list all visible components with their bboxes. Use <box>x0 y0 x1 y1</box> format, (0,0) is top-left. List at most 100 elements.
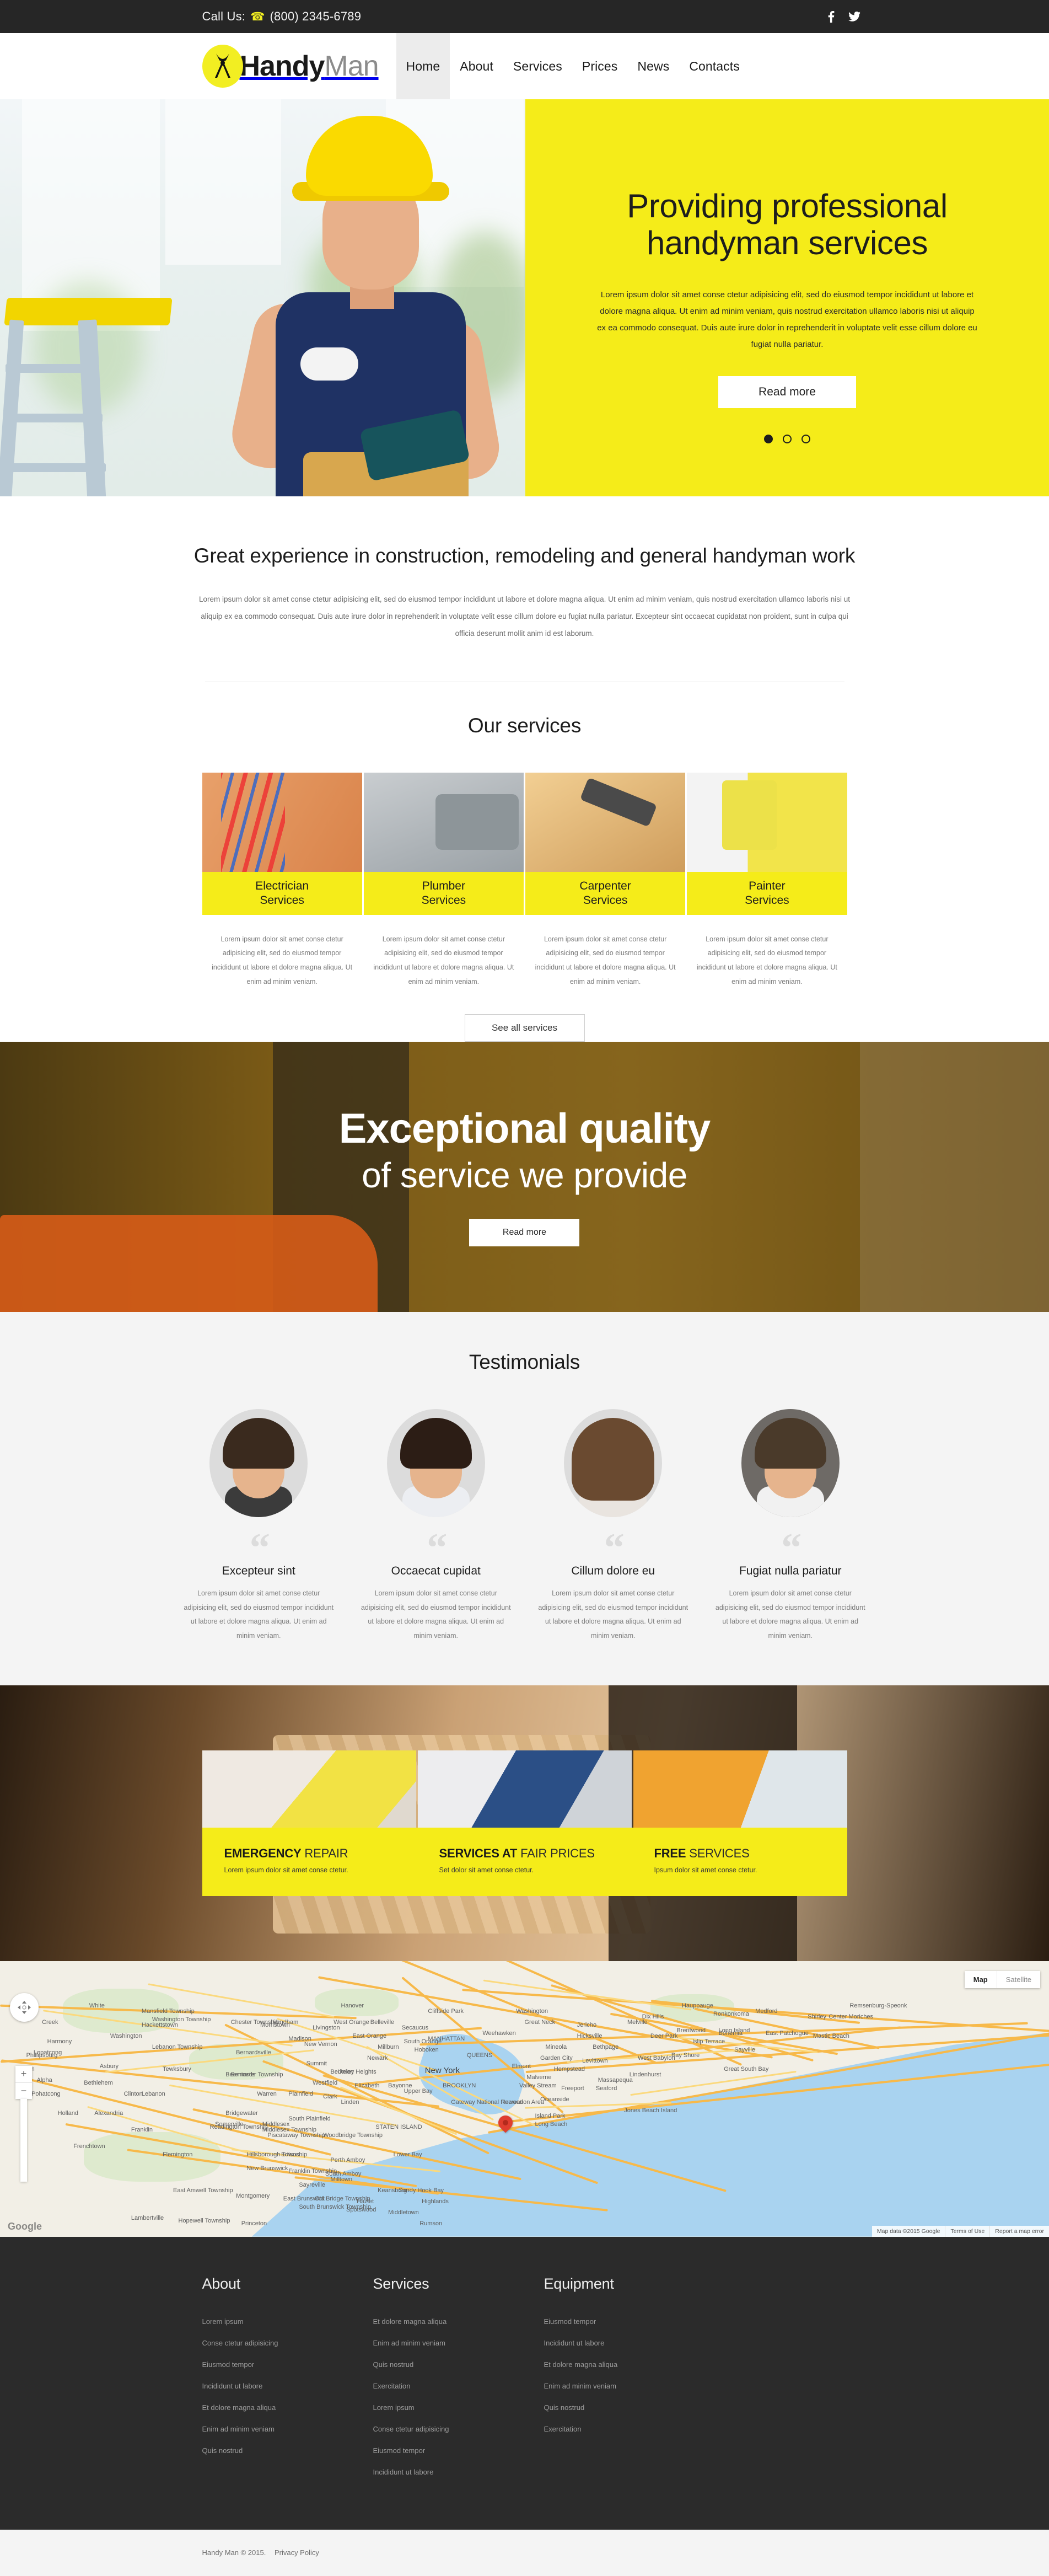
footer-link[interactable]: Exercitation <box>373 2382 411 2390</box>
testimonial-text: Lorem ipsum dolor sit amet conse ctetur … <box>184 1589 334 1640</box>
nav-item-news[interactable]: News <box>627 33 679 99</box>
service-name: Carpenter <box>579 880 631 893</box>
service-caption: Plumber Services <box>363 871 524 915</box>
testimonial-text: Lorem ipsum dolor sit amet conse ctetur … <box>361 1589 511 1640</box>
service-card[interactable]: Carpenter Services Lorem ipsum dolor sit… <box>525 772 686 989</box>
map-attr-data: Map data ©2015 Google <box>876 2227 940 2235</box>
hero-read-more-button[interactable]: Read more <box>718 376 856 409</box>
map-attribution: Map data ©2015 Google Terms of Use Repor… <box>872 2225 1049 2237</box>
footer-link[interactable]: Et dolore magna aliqua <box>373 2317 447 2326</box>
pan-control-icon[interactable] <box>10 1993 39 2022</box>
footer-link-list: Lorem ipsum Conse ctetur adipisicing Eiu… <box>202 2317 373 2456</box>
map-city-label: South Plainfield <box>288 2115 331 2122</box>
top-bar: Call Us: ☎ (800) 2345-6789 <box>0 0 1049 33</box>
testimonial-name: Excepteur sint <box>222 1565 295 1578</box>
map-city-label: Alexandria <box>94 2109 123 2117</box>
footer-link[interactable]: Eiusmod tempor <box>373 2446 426 2455</box>
promo-subtitle: Set dolor sit amet conse ctetur. <box>439 1866 534 1874</box>
footer-link[interactable]: Conse ctetur adipisicing <box>202 2339 278 2347</box>
map-city-label: Middletown <box>388 2209 419 2216</box>
map-city-label: Clinton <box>123 2090 143 2097</box>
footer-link[interactable]: Incididunt ut labore <box>202 2382 263 2390</box>
site-logo[interactable]: HandyMan <box>202 45 379 88</box>
service-name: Painter <box>749 880 786 893</box>
nav-item-contacts[interactable]: Contacts <box>679 33 750 99</box>
service-card[interactable]: Painter Services Lorem ipsum dolor sit a… <box>687 772 847 989</box>
footer-link[interactable]: Quis nostrud <box>544 2403 585 2412</box>
slider-dot-1[interactable] <box>764 435 773 443</box>
footer-link[interactable]: Et dolore magna aliqua <box>544 2360 618 2369</box>
footer-link[interactable]: Lorem ipsum <box>373 2403 415 2412</box>
footer-link[interactable]: Eiusmod tempor <box>544 2317 596 2326</box>
footer-link[interactable]: Lorem ipsum <box>202 2317 244 2326</box>
map-city-label: Hauppauge <box>681 2002 713 2009</box>
privacy-policy-link[interactable]: Privacy Policy <box>275 2548 319 2557</box>
nav-item-prices[interactable]: Prices <box>572 33 628 99</box>
map-city-label: Great South Bay <box>724 2065 769 2072</box>
map-city-label: Garden City <box>540 2054 573 2061</box>
map-city-label: Mineola <box>545 2043 567 2050</box>
promo-subtitle: Lorem ipsum dolor sit amet conse ctetur. <box>224 1866 348 1874</box>
map-city-label: Weehawken <box>482 2029 516 2037</box>
footer-link[interactable]: Incididunt ut labore <box>373 2468 434 2476</box>
footer-link[interactable]: Enim ad minim veniam <box>202 2425 275 2433</box>
map-city-label: Gateway National Recreation Area <box>451 2098 545 2106</box>
copyright-text: Handy Man © 2015. <box>202 2548 266 2557</box>
slider-dot-3[interactable] <box>801 435 810 443</box>
promo-card: EMERGENCY REPAIR Lorem ipsum dolor sit a… <box>202 1750 847 1896</box>
map-city-label: Massapequa <box>598 2076 633 2084</box>
map-city-label: Pohatcong <box>31 2090 61 2097</box>
map-city-label: Seaford <box>595 2085 617 2092</box>
quality-read-more-button[interactable]: Read more <box>469 1218 580 1246</box>
map-zoom-controls: + − <box>15 2065 32 2099</box>
map-city-label: STATEN ISLAND <box>375 2123 422 2130</box>
map-city-label: Brentwood <box>676 2027 706 2034</box>
phone-number-link[interactable]: (800) 2345-6789 <box>270 9 361 24</box>
map-type-switcher: Map Satellite <box>964 1970 1040 1988</box>
promo-title-strong: SERVICES AT <box>439 1846 518 1860</box>
footer-link[interactable]: Enim ad minim veniam <box>544 2382 617 2390</box>
see-all-services-button[interactable]: See all services <box>464 1014 585 1042</box>
map-section[interactable]: New York Newark MANHATTAN QUEENS BROOKLYN STA… <box>0 1961 1049 2237</box>
map-city-label: East Orange <box>352 2032 387 2039</box>
nav-item-home[interactable]: Home <box>396 33 450 99</box>
map-zoom-slider[interactable] <box>20 2098 27 2182</box>
map-city-label: Jones Beach Island <box>624 2107 677 2114</box>
footer-link[interactable]: Quis nostrud <box>202 2446 243 2455</box>
footer-link[interactable]: Quis nostrud <box>373 2360 414 2369</box>
map-attr-report[interactable]: Report a map error <box>989 2225 1049 2237</box>
quote-icon: “ <box>249 1525 270 1571</box>
service-caption: Carpenter Services <box>525 871 686 915</box>
facebook-icon[interactable] <box>825 10 837 23</box>
footer-link[interactable]: Enim ad minim veniam <box>373 2339 446 2347</box>
map-city-label: Long Beach <box>535 2120 568 2128</box>
map-city-label: Flemington <box>162 2151 193 2158</box>
main-navigation: Home About Services Prices News Contacts <box>396 33 750 99</box>
map-city-label: Harmony <box>47 2038 72 2045</box>
avatar <box>386 1409 485 1518</box>
map-type-map-button[interactable]: Map <box>965 1970 997 1988</box>
footer-link[interactable]: Et dolore magna aliqua <box>202 2403 276 2412</box>
slider-dot-2[interactable] <box>783 435 792 443</box>
map-type-satellite-button[interactable]: Satellite <box>997 1971 1040 1988</box>
map-city-label: Warren <box>257 2090 277 2097</box>
zoom-out-button[interactable]: − <box>15 2082 32 2099</box>
footer-link[interactable]: Exercitation <box>544 2425 582 2433</box>
footer-link[interactable]: Conse ctetur adipisicing <box>373 2425 449 2433</box>
footer-link[interactable]: Incididunt ut labore <box>544 2339 605 2347</box>
map-city-label: Perth Amboy <box>330 2156 365 2163</box>
zoom-in-button[interactable]: + <box>15 2066 32 2082</box>
footer-column-title: About <box>202 2275 241 2292</box>
electrician-thumbnail <box>202 772 362 872</box>
service-card[interactable]: Plumber Services Lorem ipsum dolor sit a… <box>363 772 524 989</box>
painter-thumbnail <box>687 772 847 872</box>
twitter-icon[interactable] <box>848 10 860 23</box>
nav-item-about[interactable]: About <box>450 33 503 99</box>
footer-column-title: Services <box>373 2275 429 2292</box>
map-city-label: Holland <box>57 2109 78 2117</box>
nav-item-services[interactable]: Services <box>503 33 572 99</box>
footer-link[interactable]: Eiusmod tempor <box>202 2360 255 2369</box>
map-attr-terms[interactable]: Terms of Use <box>945 2225 989 2237</box>
service-card[interactable]: Electrician Services Lorem ipsum dolor s… <box>202 772 362 989</box>
map-city-label: Newark <box>367 2054 388 2061</box>
